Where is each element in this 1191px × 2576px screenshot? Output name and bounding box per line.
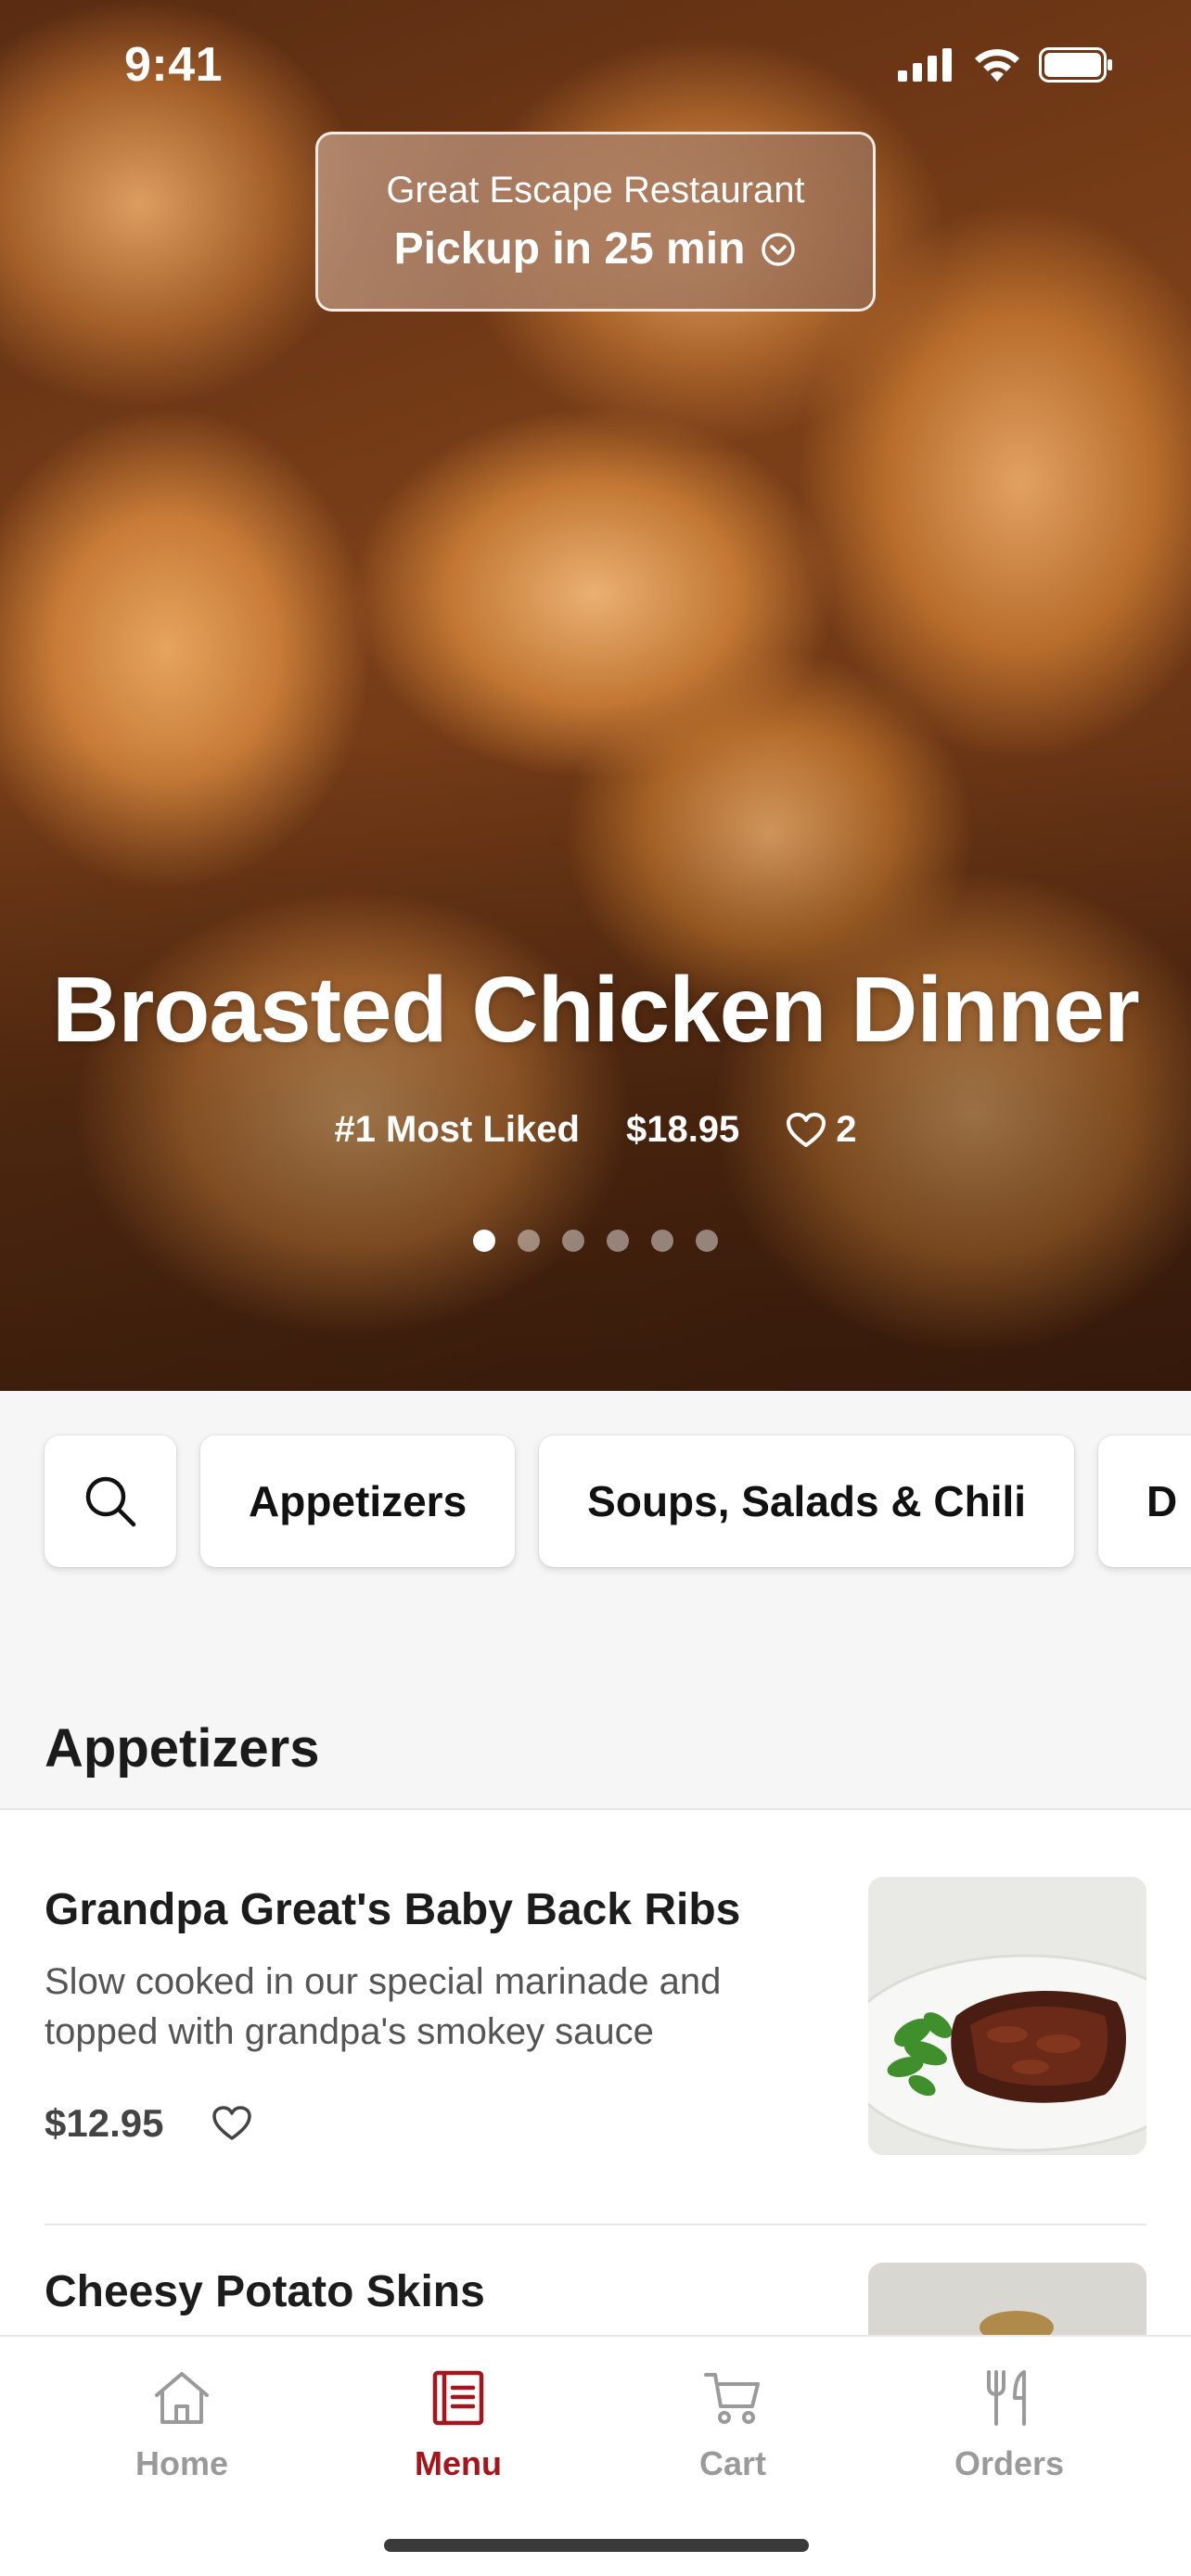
item-name: Cheesy Potato Skins <box>45 2267 485 2316</box>
pickup-time: Pickup in 25 min <box>393 224 746 274</box>
chevron-down-circle-icon <box>762 232 796 266</box>
restaurant-selector[interactable]: Great Escape Restaurant Pickup in 25 min <box>315 132 876 312</box>
heart-icon[interactable] <box>211 2105 252 2142</box>
item-image <box>868 1877 1146 2155</box>
carousel-dot[interactable] <box>607 1230 629 1252</box>
featured-price: $18.95 <box>625 1109 740 1150</box>
status-icons <box>898 46 1113 83</box>
pickup-row: Pickup in 25 min <box>318 223 873 274</box>
restaurant-name: Great Escape Restaurant <box>386 170 805 210</box>
status-bar: 9:41 <box>0 0 1191 139</box>
likes-count: 2 <box>836 1109 857 1150</box>
search-icon <box>85 1476 136 1527</box>
home-indicator[interactable] <box>384 2539 809 2552</box>
carousel-dot[interactable] <box>518 1230 540 1252</box>
featured-meta: #1 Most Liked $18.95 2 <box>0 1109 1191 1151</box>
tab-label: Orders <box>954 2444 1065 2482</box>
tab-label: Home <box>134 2444 229 2482</box>
item-price-row: $12.95 <box>45 2101 252 2146</box>
carousel-dot[interactable] <box>696 1230 718 1252</box>
orders-icon <box>987 2370 1026 2426</box>
category-chip-soups-salads-chili[interactable]: Soups, Salads & Chili <box>539 1435 1075 1567</box>
item-price: $12.95 <box>45 2101 164 2145</box>
featured-title: Broasted Chicken Dinner <box>52 958 1140 1062</box>
wifi-icon <box>975 49 1019 82</box>
heart-icon <box>787 1112 826 1147</box>
signal-icon <box>898 48 952 82</box>
tab-menu[interactable]: Menu <box>356 2363 560 2483</box>
tab-home[interactable]: Home <box>80 2363 284 2483</box>
category-chip-next[interactable]: D <box>1098 1435 1191 1567</box>
section-title: Appetizers <box>45 1718 320 1779</box>
item-name: Grandpa Great's Baby Back Ribs <box>45 1885 741 1934</box>
cart-icon <box>704 2373 760 2424</box>
tab-label: Menu <box>415 2444 502 2482</box>
tab-orders[interactable]: Orders <box>907 2363 1111 2483</box>
menu-item[interactable]: Grandpa Great's Baby Back Ribs Slow cook… <box>45 1810 1146 2225</box>
carousel-dots[interactable] <box>0 1230 1191 1252</box>
hero-overlay <box>0 742 1191 1391</box>
carousel-dot[interactable] <box>651 1230 673 1252</box>
carousel-dot[interactable] <box>473 1230 495 1252</box>
category-chips: Appetizers Soups, Salads & Chili D <box>45 1435 1191 1567</box>
featured-hero[interactable]: 9:41 Great Escape Restaurant Pickup in 2… <box>0 0 1191 1391</box>
home-icon <box>155 2372 209 2424</box>
item-description: Slow cooked in our special marinade and … <box>45 1961 722 2052</box>
ribs-plate-image <box>868 1877 1146 2155</box>
tab-label: Cart <box>698 2444 767 2482</box>
carousel-dot[interactable] <box>562 1230 584 1252</box>
tab-cart[interactable]: Cart <box>631 2363 835 2483</box>
status-time: 9:41 <box>124 38 224 92</box>
featured-likes[interactable]: 2 <box>786 1109 857 1151</box>
featured-tag: #1 Most Liked <box>334 1109 580 1150</box>
battery-icon <box>1039 47 1112 83</box>
category-chip-appetizers[interactable]: Appetizers <box>200 1435 516 1567</box>
menu-icon <box>432 2370 484 2426</box>
search-button[interactable] <box>45 1435 176 1567</box>
